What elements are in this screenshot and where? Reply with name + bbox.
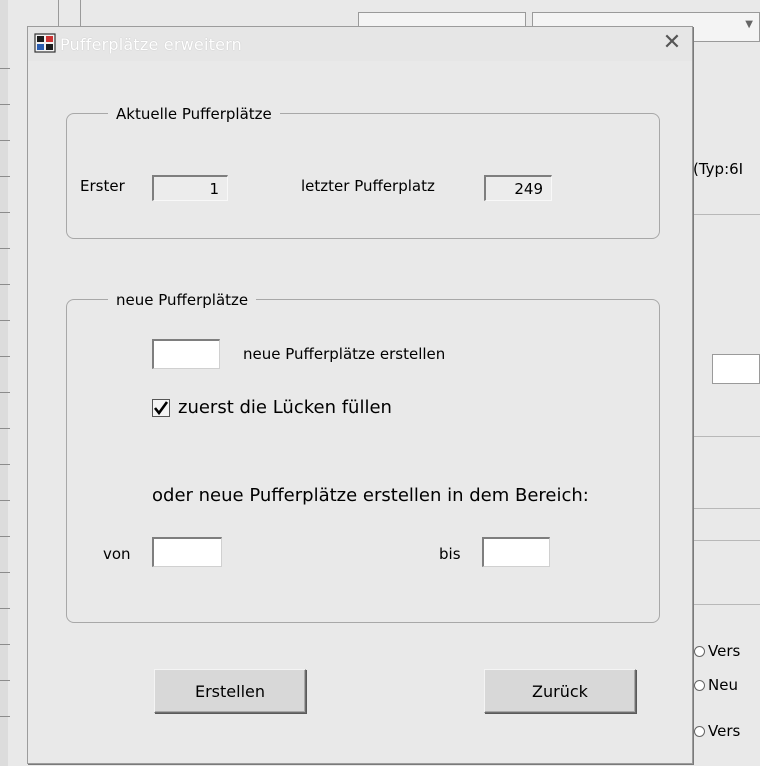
background-tick: [0, 320, 10, 321]
background-tick: [0, 284, 10, 285]
pufferplaetze-dialog: Pufferplätze erweitern ✕ Aktuelle Puffer…: [27, 26, 693, 764]
app-icon: [34, 33, 56, 53]
background-tick: [0, 176, 10, 177]
dialog-titlebar[interactable]: Pufferplätze erweitern ✕: [28, 27, 692, 61]
background-tick: [0, 716, 10, 717]
background-line: [693, 604, 760, 605]
background-line: [693, 508, 760, 509]
background-tick: [0, 392, 10, 393]
close-icon: ✕: [662, 30, 682, 55]
chevron-down-icon: ▼: [745, 19, 753, 30]
to-input[interactable]: [482, 537, 550, 567]
background-radio-label: Vers: [708, 722, 741, 740]
background-tick: [0, 212, 10, 213]
background-tick: [0, 356, 10, 357]
background-field: [712, 354, 760, 384]
new-buffer-count-label: neue Pufferplätze erstellen: [243, 345, 446, 363]
new-buffer-group-label: neue Pufferplätze: [108, 291, 257, 309]
dialog-title: Pufferplätze erweitern: [60, 35, 242, 54]
background-line: [693, 214, 760, 215]
from-input[interactable]: [152, 537, 222, 567]
background-tick: [0, 644, 10, 645]
background-left-panel: [0, 0, 8, 766]
new-buffer-count-input[interactable]: [152, 339, 220, 369]
checkmark-icon: [152, 399, 170, 417]
background-radio-label: Vers: [708, 642, 741, 660]
background-tick: [0, 68, 10, 69]
range-heading: oder neue Pufferplätze erstellen in dem …: [152, 485, 589, 506]
background-tick: [0, 248, 10, 249]
to-label: bis: [439, 545, 461, 563]
fill-gaps-checkbox[interactable]: zuerst die Lücken füllen: [152, 397, 452, 421]
last-buffer-label: letzter Pufferplatz: [301, 177, 435, 195]
background-tick: [0, 500, 10, 501]
background-radio: [694, 726, 705, 737]
background-tick: [0, 428, 10, 429]
close-button[interactable]: ✕: [662, 30, 682, 55]
first-value: 1: [152, 175, 228, 201]
background-type-label: (Typ:6I: [693, 160, 744, 178]
background-tick: [0, 572, 10, 573]
background-tick: [0, 536, 10, 537]
last-buffer-value: 249: [484, 175, 552, 201]
background-tick: [0, 140, 10, 141]
from-label: von: [103, 545, 131, 563]
background-line: [693, 436, 760, 437]
background-radio-label: Neu: [708, 676, 738, 694]
back-button[interactable]: Zurück: [484, 669, 636, 713]
first-label: Erster: [80, 177, 125, 195]
background-tick: [0, 104, 10, 105]
background-tick: [0, 680, 10, 681]
background-radio: [694, 646, 705, 657]
create-button[interactable]: Erstellen: [154, 669, 306, 713]
background-line: [693, 540, 760, 541]
background-tick: [0, 464, 10, 465]
current-buffer-group-label: Aktuelle Pufferplätze: [108, 105, 280, 123]
background-tick: [0, 608, 10, 609]
fill-gaps-label: zuerst die Lücken füllen: [178, 397, 392, 418]
background-radio: [694, 680, 705, 691]
